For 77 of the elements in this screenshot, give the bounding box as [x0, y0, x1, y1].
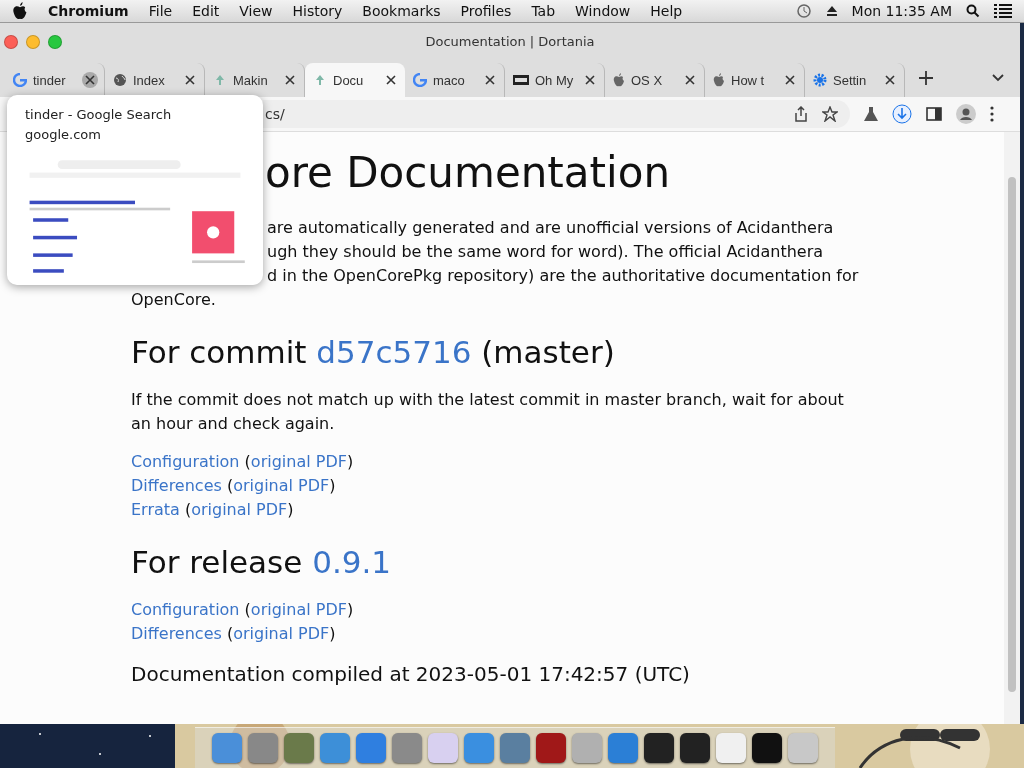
link[interactable]: original PDF: [250, 452, 347, 471]
arrow-icon: [313, 73, 327, 87]
menu-item[interactable]: Bookmarks: [362, 3, 441, 19]
arrow-icon: [213, 73, 227, 87]
intro-text: are automatically generated and are unofficial versions of Acidanthera: [267, 217, 835, 239]
section-heading: For commit d57c5716 (master): [131, 333, 616, 372]
new-tab-icon[interactable]: [919, 71, 933, 85]
app-menu[interactable]: Chromium: [48, 3, 129, 19]
film-icon: [513, 74, 529, 86]
menu-item[interactable]: Help: [650, 3, 683, 19]
intro-text: ugh they should be the same word for word). The official Acidanthera: [267, 241, 825, 263]
close-window-button[interactable]: [4, 35, 18, 49]
apple-icon: [613, 73, 625, 87]
star-icon[interactable]: [822, 106, 838, 122]
intro-text: OpenCore.: [131, 289, 217, 311]
menu-item[interactable]: View: [239, 3, 273, 19]
link[interactable]: original PDF: [191, 500, 288, 519]
tab-title: Settin: [833, 72, 868, 88]
document-line: Differences (original PDF): [131, 475, 337, 497]
tab-title: Docu: [333, 72, 365, 88]
preview-title: tinder - Google Search: [24, 106, 173, 124]
browser-tab[interactable]: Docu: [305, 63, 405, 97]
document-line: Differences (original PDF): [131, 623, 337, 645]
flask-icon[interactable]: [864, 106, 878, 122]
tab-title: Index: [133, 72, 166, 88]
section-heading: For release 0.9.1: [131, 543, 393, 582]
document-line: Configuration (original PDF): [131, 451, 355, 473]
list-icon[interactable]: [994, 4, 1012, 18]
menu-item[interactable]: Profiles: [460, 3, 512, 19]
link[interactable]: Differences: [131, 624, 222, 643]
eject-icon[interactable]: [825, 5, 838, 17]
search-icon[interactable]: [966, 4, 980, 18]
tab-title: maco: [433, 72, 466, 88]
link[interactable]: original PDF: [233, 624, 330, 643]
link[interactable]: original PDF: [250, 600, 347, 619]
address-bar[interactable]: cs/: [263, 100, 850, 128]
clock: Mon 11:35 AM: [851, 3, 952, 19]
menu-item[interactable]: Tab: [531, 3, 556, 19]
url-text: cs/: [265, 106, 286, 122]
menu-item[interactable]: History: [292, 3, 343, 19]
link[interactable]: original PDF: [233, 476, 330, 495]
close-icon[interactable]: [82, 72, 98, 88]
compiled-text: Documentation compiled at 2023-05-01 17:42:57 (UTC): [131, 661, 691, 688]
link[interactable]: Differences: [131, 476, 222, 495]
tab-title: Oh My: [535, 72, 575, 88]
paragraph: If the commit does not match up with the latest commit in master branch, wait for about an hour and check again.: [131, 389, 845, 435]
tab-title: tinder: [33, 72, 67, 88]
link[interactable]: Configuration: [131, 452, 240, 471]
clock-icon[interactable]: [795, 3, 812, 19]
google-icon: [413, 73, 427, 87]
download-icon[interactable]: [892, 104, 912, 124]
intro-text: d in the OpenCorePkg repository) are the authoritative documentation for: [267, 265, 860, 287]
link[interactable]: Configuration: [131, 600, 240, 619]
tab-title: OS X: [631, 72, 664, 88]
menu-item[interactable]: File: [148, 3, 173, 19]
apple-icon: [713, 73, 725, 87]
document-line: Errata (original PDF): [131, 499, 295, 521]
caret-icon[interactable]: [992, 74, 1004, 82]
preview-domain: google.com: [24, 126, 102, 144]
scrollbar[interactable]: [1004, 132, 1020, 724]
tab-title: How t: [731, 72, 766, 88]
window-title: Documentation | Dortania: [425, 33, 595, 49]
sidebar-icon[interactable]: [926, 107, 942, 121]
link[interactable]: Errata: [131, 500, 180, 519]
menu-item[interactable]: Edit: [192, 3, 220, 19]
tab-title: Makin: [233, 72, 269, 88]
link[interactable]: d57c5716: [316, 334, 472, 370]
document-line: Configuration (original PDF): [131, 599, 355, 621]
google-icon: [13, 73, 27, 87]
apple-icon[interactable]: [12, 2, 28, 20]
menu-item[interactable]: Window: [575, 3, 631, 19]
share-icon[interactable]: [794, 106, 808, 122]
profile-icon[interactable]: [956, 104, 976, 124]
link[interactable]: 0.9.1: [312, 544, 392, 580]
more-icon[interactable]: [990, 106, 994, 122]
globe-icon: [113, 73, 127, 87]
page-heading: ore Documentation: [265, 148, 671, 198]
